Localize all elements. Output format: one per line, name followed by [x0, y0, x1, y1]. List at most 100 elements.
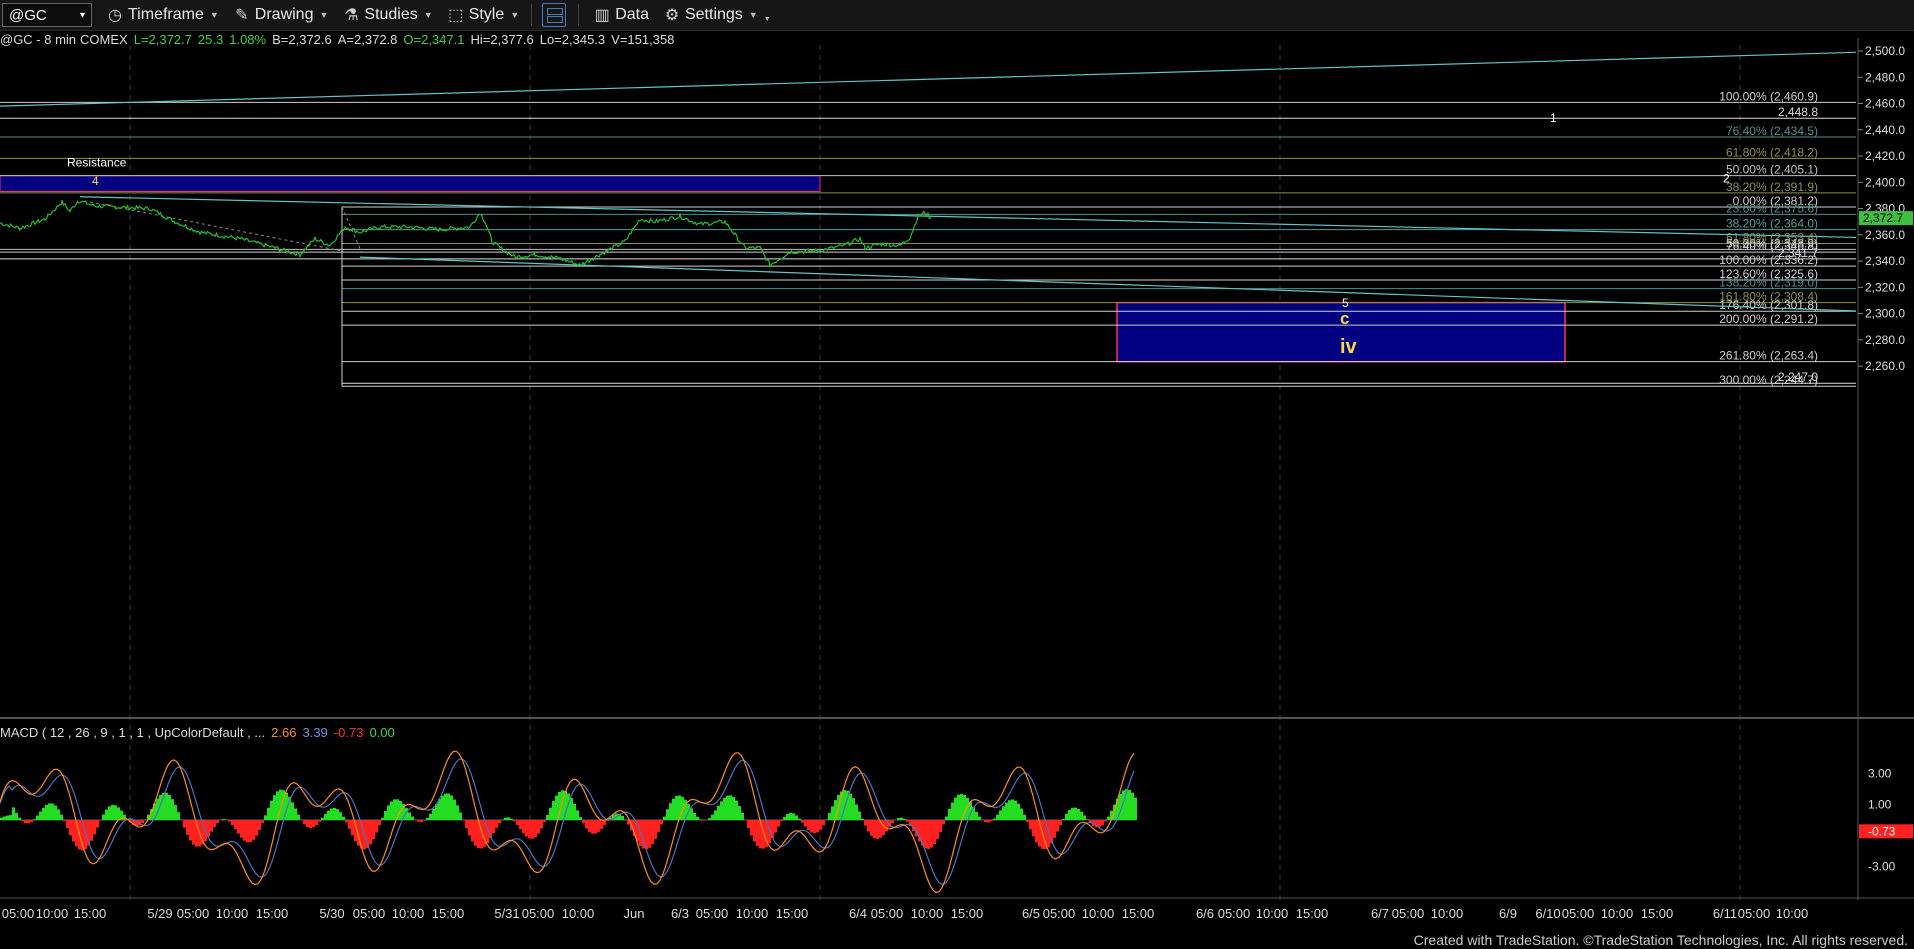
- macd-histogram-bar: [912, 820, 915, 832]
- support-zone: [1116, 301, 1566, 363]
- macd-histogram-bar: [849, 793, 852, 820]
- macd-histogram-bar: [351, 820, 354, 836]
- macd-histogram-bar: [354, 820, 357, 842]
- macd-histogram-bar: [726, 795, 729, 820]
- macd-histogram-bar: [957, 794, 960, 820]
- macd-histogram-bar: [666, 809, 669, 820]
- macd-value: 2.66: [271, 725, 297, 740]
- last-price-tag: [1859, 211, 1913, 226]
- info-last: L=2,372.7: [133, 32, 192, 47]
- zones: [0, 175, 1566, 363]
- macd-histogram-bar: [315, 820, 318, 826]
- macd-histogram-bar: [207, 820, 210, 837]
- chevron-down-icon: ▼: [748, 10, 758, 20]
- macd-histogram-bar: [945, 816, 948, 820]
- drawing-menu[interactable]: ✎ Drawing ▼: [233, 0, 328, 30]
- macd-histogram-bar: [411, 816, 414, 820]
- x-date-label: 6/4: [849, 906, 867, 921]
- fib-label: 61.80% (2,418.2): [1726, 145, 1818, 159]
- macd-histogram-bar: [1002, 806, 1005, 820]
- time-axis[interactable]: 05:00 10:00 15:00 5/29 05:00 10:00 15:00 5/30 05…: [2, 906, 1809, 921]
- macd-histogram-bar: [864, 820, 867, 826]
- macd-histogram-bar: [768, 820, 771, 844]
- macd-histogram-bar: [90, 820, 93, 841]
- fib-label: 161.80% (2,308.4): [1719, 290, 1818, 304]
- macd-histogram-bar: [633, 820, 636, 837]
- studies-menu[interactable]: ⚗ Studies ▼: [342, 0, 432, 30]
- info-low: Lo=2,345.3: [539, 32, 606, 47]
- macd-histogram-bar: [552, 801, 555, 820]
- macd-histogram-bar: [24, 820, 27, 824]
- info-ask: A=2,372.8: [337, 32, 398, 47]
- macd-histogram-bar: [1008, 800, 1011, 820]
- macd-histogram-bar: [324, 813, 327, 820]
- macd-histogram-bar: [459, 812, 462, 820]
- macd-histogram-bar: [924, 820, 927, 849]
- macd-histogram-bar: [1077, 809, 1080, 820]
- gear-icon: ⚙: [664, 7, 680, 24]
- fib-label: 50.00% (2,348.9): [1726, 236, 1818, 250]
- macd-histogram-bar: [150, 809, 153, 820]
- macd-histogram-bar: [249, 820, 252, 843]
- macd-histogram-bar: [759, 820, 762, 849]
- channel-upper: [79, 196, 1857, 239]
- macd-histogram-bar: [891, 820, 894, 824]
- x-time-label: 10:00: [1601, 906, 1634, 921]
- info-pct: 1.08%: [229, 32, 267, 47]
- x-time-label: 10:00: [216, 906, 249, 921]
- macd-histogram-bar: [12, 807, 15, 820]
- macd-histogram-bar: [798, 818, 801, 820]
- macd-histogram-bar: [321, 817, 324, 820]
- macd-histogram-bar: [243, 820, 246, 841]
- macd-histogram-bar: [111, 804, 114, 820]
- macd-histogram-bar: [741, 812, 744, 820]
- macd-histogram-bar: [426, 817, 429, 820]
- macd-zero-value: 0.00: [369, 725, 395, 740]
- price-chart[interactable]: 100.00% (2,460.9) 2,448.8 76.40% (2,434.5)…: [0, 0, 1914, 949]
- settings-menu[interactable]: ⚙ Settings ▼ ▼: [663, 0, 771, 30]
- macd-histogram-bar: [474, 820, 477, 846]
- macd-histogram-bar: [177, 812, 180, 820]
- macd-histogram-bar: [1020, 808, 1023, 820]
- macd-histogram-bar: [183, 820, 186, 828]
- macd-histogram-bar: [435, 803, 438, 820]
- data-menu[interactable]: ▥ Data: [593, 0, 649, 30]
- macd-histogram-bar: [888, 820, 891, 828]
- macd-histogram-bar: [1038, 820, 1041, 847]
- timeframe-menu[interactable]: ◷ Timeframe ▼: [106, 0, 219, 30]
- macd-histogram-bar: [228, 820, 231, 822]
- price-axis[interactable]: 2,500.0 2,480.0 2,460.0 2,440.0 2,420.0 2,400…: [1858, 44, 1913, 373]
- symbol-info-bar: @GC - 8 min COMEX L=2,372.7 25.3 1.08% B=2,37…: [0, 32, 680, 47]
- macd-histogram-bar: [813, 820, 816, 834]
- style-menu[interactable]: ⬚ Style ▼: [447, 0, 519, 30]
- macd-histogram-bar: [855, 804, 858, 820]
- macd-histogram-bar: [78, 820, 81, 850]
- macd-histogram-bar: [285, 792, 288, 820]
- macd-histogram-bar: [1098, 820, 1101, 828]
- macd-histogram-bar: [1026, 820, 1029, 822]
- symbol-selector[interactable]: @GC ▾: [2, 3, 92, 27]
- settings-label: Settings: [684, 6, 743, 23]
- info-symbol: @GC - 8 min: [0, 32, 77, 47]
- x-time-label: 10:00: [911, 906, 944, 921]
- macd-pane: 3.00 1.00 -3.00 -0.73: [0, 750, 1913, 894]
- macd-histogram-bar: [870, 820, 873, 836]
- macd-tick-label: 3.00: [1868, 767, 1892, 781]
- macd-histogram-bar: [984, 820, 987, 823]
- macd-histogram-bar: [537, 820, 540, 834]
- macd-histogram-bar: [786, 813, 789, 820]
- macd-histogram-bar: [465, 820, 468, 829]
- layout-icon[interactable]: [542, 3, 567, 27]
- x-time-label: 10:00: [36, 906, 69, 921]
- macd-histogram-bar: [885, 820, 888, 832]
- macd-histogram-bar: [444, 793, 447, 820]
- info-change: 25.3: [197, 32, 224, 47]
- style-icon: ⬚: [448, 7, 464, 24]
- info-open: O=2,347.1: [403, 32, 465, 47]
- macd-histogram-bar: [303, 820, 306, 825]
- macd-histogram-bar: [846, 790, 849, 820]
- macd-histogram-bar: [1101, 820, 1104, 826]
- macd-histogram-bar: [156, 798, 159, 820]
- macd-histogram-bar: [393, 799, 396, 820]
- fib-label: 100.00% (2,460.9): [1719, 89, 1818, 103]
